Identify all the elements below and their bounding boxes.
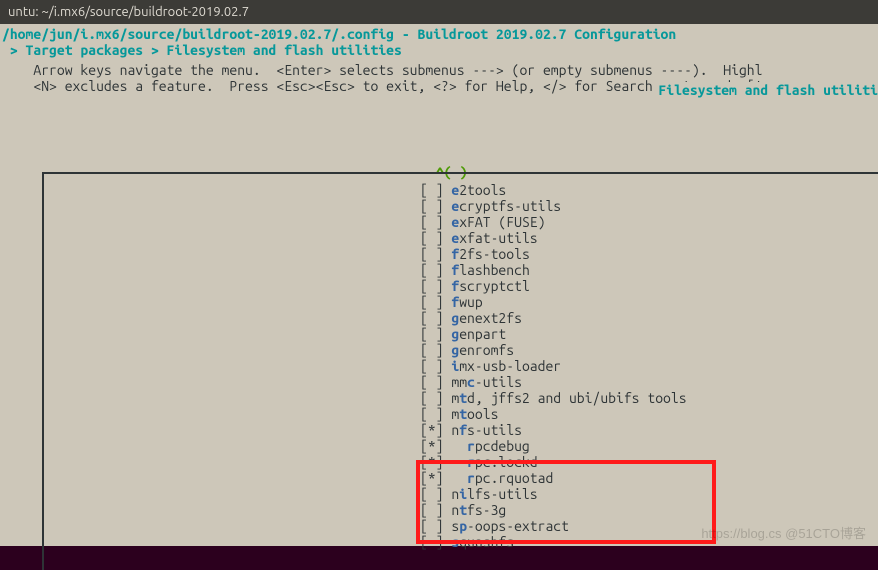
hotkey-letter: i	[451, 358, 459, 374]
menu-option[interactable]: [ ] e2tools	[420, 182, 687, 198]
hotkey-letter: e	[451, 230, 459, 246]
window-title: untu: ~/i.mx6/source/buildroot-2019.02.7	[8, 5, 249, 19]
hotkey-letter: s	[451, 534, 459, 550]
hotkey-letter: e	[451, 198, 459, 214]
watermark-text: https://blog.cs @51CTO博客	[701, 526, 866, 542]
menu-option[interactable]: [ ] mmc-utils	[420, 374, 687, 390]
config-path-line: /home/jun/i.mx6/source/buildroot-2019.02…	[2, 26, 878, 42]
hotkey-letter: t	[459, 390, 467, 406]
menu-option[interactable]: [ ] flashbench	[420, 262, 687, 278]
menu-option[interactable]: [ ] fwup	[420, 294, 687, 310]
menu-option[interactable]: [ ] mtd, jffs2 and ubi/ubifs tools	[420, 390, 687, 406]
hotkey-letter: e	[451, 214, 459, 230]
menu-option[interactable]: [*] rpc.rquotad	[420, 470, 687, 486]
menu-option[interactable]: [*] rpcdebug	[420, 438, 687, 454]
hotkey-letter: t	[459, 502, 467, 518]
hotkey-letter: r	[467, 438, 475, 454]
menu-option[interactable]: [ ] squashfs	[420, 534, 687, 550]
hotkey-letter: i	[459, 486, 467, 502]
menu-option[interactable]: [*] nfs-utils	[420, 422, 687, 438]
hotkey-letter: r	[467, 470, 475, 486]
menu-option[interactable]: [ ] ntfs-3g	[420, 502, 687, 518]
menu-option[interactable]: [ ] f2fs-tools	[420, 246, 687, 262]
hotkey-letter: g	[451, 342, 459, 358]
window-titlebar: untu: ~/i.mx6/source/buildroot-2019.02.7	[0, 0, 878, 24]
options-list: [ ] e2tools[ ] ecryptfs-utils[ ] exFAT (…	[420, 182, 687, 550]
hotkey-letter: t	[459, 406, 467, 422]
hotkey-letter: f	[451, 246, 459, 262]
hotkey-letter: f	[451, 278, 459, 294]
menu-option[interactable]: [ ] sp-oops-extract	[420, 518, 687, 534]
menu-option[interactable]: [ ] exfat-utils	[420, 230, 687, 246]
menu-option[interactable]: [ ] exFAT (FUSE)	[420, 214, 687, 230]
hotkey-letter: f	[451, 294, 459, 310]
hotkey-letter: e	[451, 182, 459, 198]
hotkey-letter: g	[451, 310, 459, 326]
hotkey-letter: c	[467, 374, 475, 390]
menu-option[interactable]: [ ] mtools	[420, 406, 687, 422]
hotkey-letter: f	[451, 262, 459, 278]
menu-option[interactable]: [ ] genromfs	[420, 342, 687, 358]
menu-option[interactable]: [ ] nilfs-utils	[420, 486, 687, 502]
menu-option[interactable]: [*] rpc.lockd	[420, 454, 687, 470]
hotkey-letter: p	[459, 518, 467, 534]
menu-option[interactable]: [ ] genpart	[420, 326, 687, 342]
breadcrumb-line: > Target packages > Filesystem and flash…	[2, 42, 878, 58]
hotkey-letter: r	[467, 454, 475, 470]
terminal-area[interactable]: /home/jun/i.mx6/source/buildroot-2019.02…	[0, 24, 878, 546]
menu-option[interactable]: [ ] ecryptfs-utils	[420, 198, 687, 214]
menu-option[interactable]: [ ] imx-usb-loader	[420, 358, 687, 374]
section-title: Filesystem and flash utiliti	[654, 82, 878, 98]
menu-option[interactable]: [ ] fscryptctl	[420, 278, 687, 294]
hotkey-letter: f	[459, 422, 467, 438]
menu-option[interactable]: [ ] genext2fs	[420, 310, 687, 326]
help-line-1: Arrow keys navigate the menu. <Enter> se…	[2, 62, 878, 78]
hotkey-letter: g	[451, 326, 459, 342]
